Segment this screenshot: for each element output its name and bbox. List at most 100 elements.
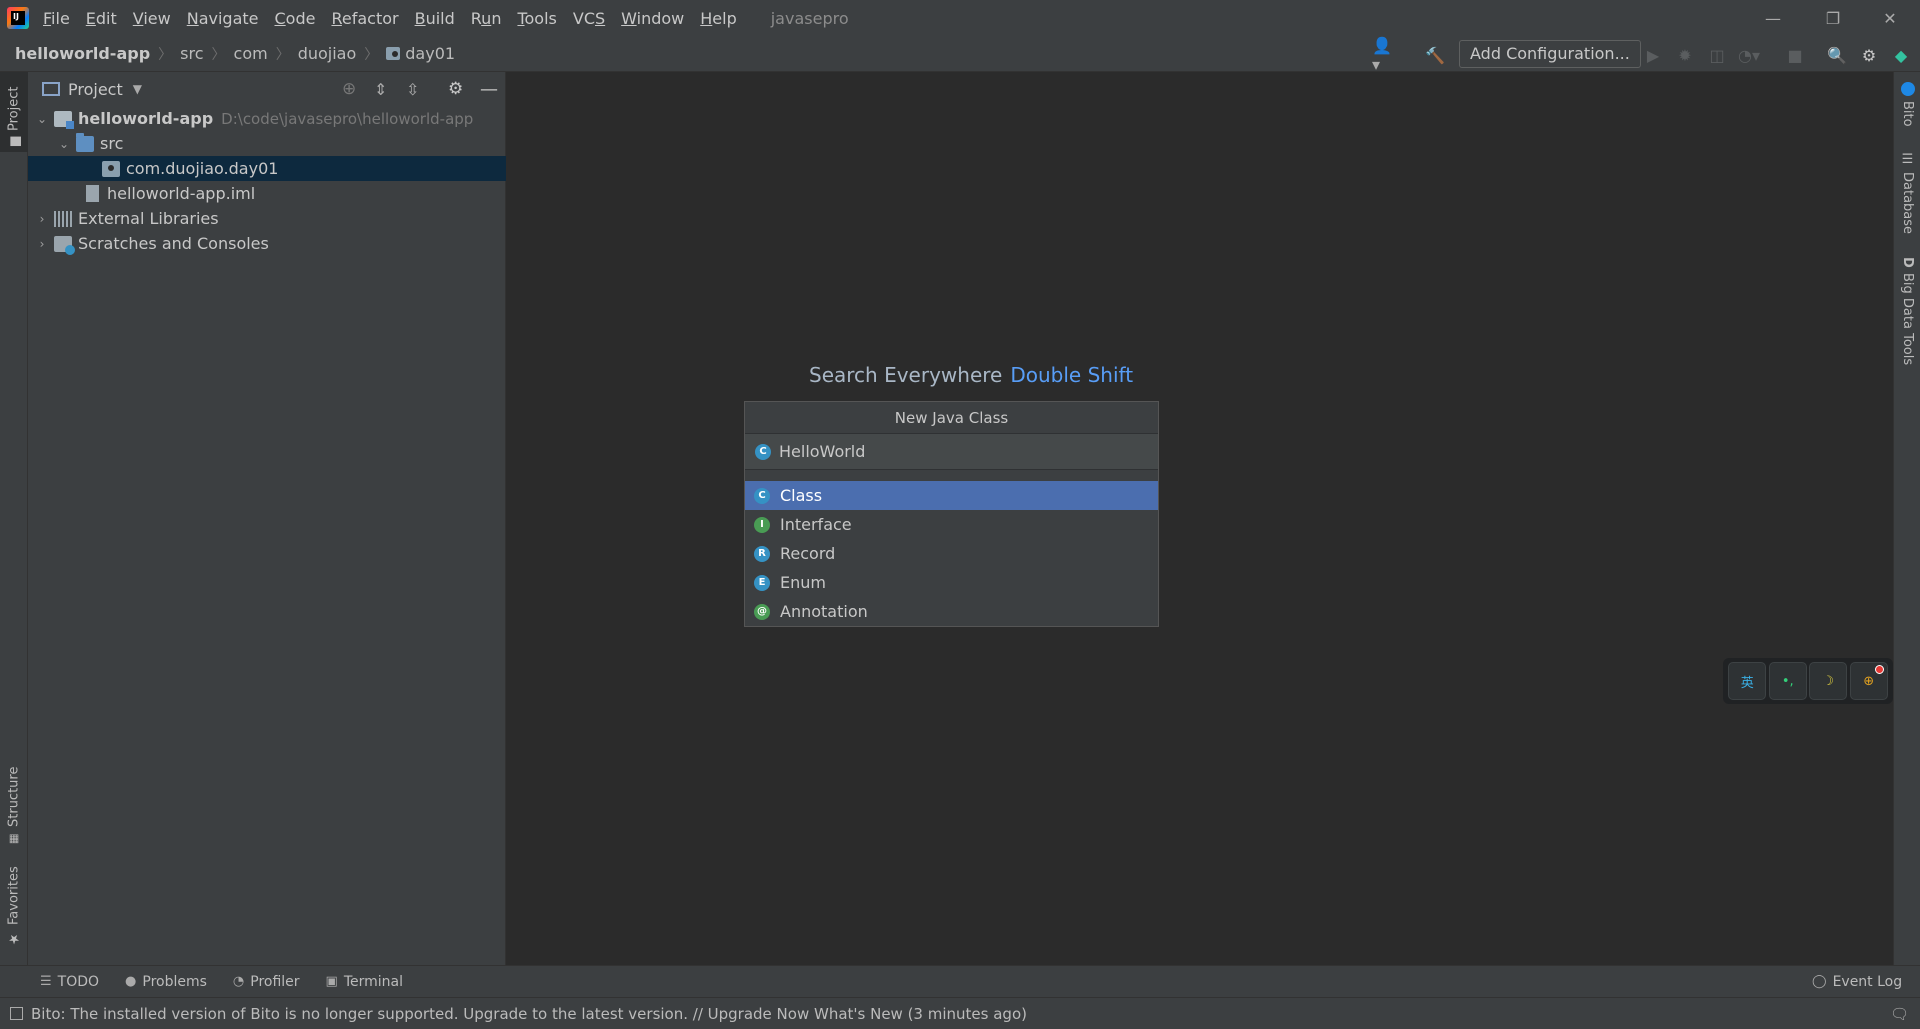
tree-item-project-root[interactable]: ⌄ helloworld-app D:\code\javasepro\hello… bbox=[28, 106, 506, 131]
menu-run[interactable]: Run bbox=[471, 9, 502, 28]
tab-big-data-tools-label: Big Data Tools bbox=[1900, 272, 1915, 365]
settings-gear-icon[interactable]: ⚙ bbox=[1858, 44, 1880, 66]
menu-code[interactable]: Code bbox=[275, 9, 316, 28]
run-icon[interactable]: ▶ bbox=[1642, 44, 1664, 66]
class-name-input[interactable] bbox=[779, 442, 1139, 461]
restore-icon[interactable]: ❐ bbox=[1805, 0, 1861, 36]
menu-edit[interactable]: Edit bbox=[86, 9, 117, 28]
menu-window[interactable]: Window bbox=[621, 9, 684, 28]
kind-item-annotation[interactable]: @ Annotation bbox=[745, 597, 1158, 626]
breadcrumb-project[interactable]: helloworld-app bbox=[15, 44, 150, 63]
tab-bito[interactable]: Bito bbox=[1894, 82, 1920, 142]
tree-item-src[interactable]: ⌄ src bbox=[28, 131, 506, 156]
tree-item-package-day01[interactable]: com.duojiao.day01 bbox=[28, 156, 506, 181]
title-bar: IJ File Edit View Navigate Code Refactor Build… bbox=[0, 0, 1920, 36]
notifications-icon[interactable]: 🗨 bbox=[1890, 1005, 1909, 1023]
menu-view[interactable]: View bbox=[133, 9, 171, 28]
breadcrumb-src[interactable]: src bbox=[180, 44, 203, 63]
user-icon[interactable]: 👤▾ bbox=[1372, 36, 1394, 74]
tab-terminal[interactable]: ▣ Terminal bbox=[326, 974, 403, 990]
tab-terminal-label: Terminal bbox=[343, 973, 404, 990]
star-icon: ★ bbox=[6, 931, 22, 946]
menu-tools[interactable]: Tools bbox=[517, 9, 556, 28]
breadcrumb-separator: 〉 bbox=[211, 46, 226, 63]
tab-event-log[interactable]: ◯ Event Log bbox=[1812, 974, 1902, 990]
tab-structure[interactable]: ▦ Structure bbox=[0, 762, 28, 852]
toggle-tool-windows-icon[interactable] bbox=[10, 1007, 23, 1020]
kind-item-record[interactable]: R Record bbox=[745, 539, 1158, 568]
event-log-icon: ◯ bbox=[1812, 974, 1827, 989]
tab-todo[interactable]: ☰ TODO bbox=[40, 974, 99, 990]
kind-item-class[interactable]: C Class bbox=[745, 481, 1158, 510]
project-panel-title[interactable]: Project bbox=[68, 80, 123, 99]
tab-todo-label: TODO bbox=[57, 973, 100, 990]
tab-big-data-tools[interactable]: D Big Data Tools bbox=[1894, 257, 1920, 377]
breadcrumb-day01[interactable]: day01 bbox=[405, 44, 455, 63]
empty-editor-hint: Search Everywhere Double Shift bbox=[809, 363, 1133, 387]
chevron-down-icon[interactable]: ⌄ bbox=[56, 137, 72, 151]
close-icon[interactable]: ✕ bbox=[1862, 0, 1918, 36]
navigation-bar: helloworld-app 〉 src 〉 com 〉 duojiao 〉 d… bbox=[0, 36, 1920, 74]
breadcrumb-duojiao[interactable]: duojiao bbox=[298, 44, 357, 63]
project-tool-window: Project ▼ ⊕ ⇕ ⇳ ⚙ — ⌄ helloworld-app D:\… bbox=[28, 72, 506, 965]
bito-icon bbox=[1900, 82, 1915, 96]
punctuation-toggle-button[interactable]: •, bbox=[1768, 662, 1807, 700]
collapse-all-icon[interactable]: ⇳ bbox=[406, 80, 419, 99]
status-message[interactable]: Bito: The installed version of Bito is n… bbox=[31, 1005, 1027, 1023]
tab-project[interactable]: ▆ Project bbox=[0, 72, 28, 152]
chevron-right-icon[interactable]: › bbox=[34, 212, 50, 226]
tab-structure-label: Structure bbox=[6, 766, 22, 827]
tree-item-iml[interactable]: helloworld-app.iml bbox=[28, 181, 506, 206]
menu-file[interactable]: File bbox=[43, 9, 70, 28]
tab-event-log-label: Event Log bbox=[1832, 973, 1903, 990]
new-java-class-popup: New Java Class C C Class I Interface R R… bbox=[744, 401, 1159, 627]
chevron-right-icon[interactable]: › bbox=[34, 237, 50, 251]
package-icon bbox=[102, 160, 120, 177]
tab-favorites[interactable]: ★ Favorites bbox=[0, 862, 28, 952]
class-kind-list: C Class I Interface R Record E Enum @ An… bbox=[745, 481, 1158, 626]
hide-panel-icon[interactable]: — bbox=[480, 79, 498, 100]
structure-icon: ▦ bbox=[7, 833, 21, 846]
minimize-icon[interactable]: — bbox=[1745, 0, 1801, 36]
tab-profiler[interactable]: ◔ Profiler bbox=[233, 974, 300, 990]
terminal-icon: ▣ bbox=[325, 974, 338, 989]
kind-item-interface[interactable]: I Interface bbox=[745, 510, 1158, 539]
menu-vcs[interactable]: VCS bbox=[573, 9, 605, 28]
class-name-field-row: C bbox=[745, 434, 1158, 470]
tab-database[interactable]: ☰ Database bbox=[1894, 152, 1920, 262]
kind-item-enum[interactable]: E Enum bbox=[745, 568, 1158, 597]
breadcrumb-separator: 〉 bbox=[275, 46, 290, 63]
panel-settings-gear-icon[interactable]: ⚙ bbox=[448, 79, 463, 99]
toolbox-button[interactable]: ⊕ bbox=[1849, 662, 1888, 700]
locate-icon[interactable]: ⊕ bbox=[342, 79, 356, 99]
width-toggle-button[interactable]: ☽ bbox=[1809, 662, 1848, 700]
breadcrumb-com[interactable]: com bbox=[234, 44, 268, 63]
add-configuration-button[interactable]: Add Configuration... bbox=[1459, 40, 1641, 68]
tab-favorites-label: Favorites bbox=[6, 866, 22, 925]
hint-action: Search Everywhere bbox=[809, 363, 1003, 387]
expand-all-icon[interactable]: ⇕ bbox=[374, 80, 387, 99]
code-with-me-icon[interactable]: ◆ bbox=[1890, 44, 1912, 66]
right-tool-strip: Bito ☰ Database D Big Data Tools bbox=[1893, 72, 1920, 965]
stop-icon[interactable]: ■ bbox=[1784, 44, 1806, 66]
kind-label: Record bbox=[780, 544, 836, 563]
chevron-down-icon[interactable]: ▼ bbox=[133, 82, 142, 96]
interface-icon: I bbox=[754, 516, 770, 533]
search-icon[interactable]: 🔍 bbox=[1826, 44, 1848, 66]
debug-icon[interactable]: ✹ bbox=[1674, 44, 1696, 66]
build-hammer-icon[interactable]: 🔨 bbox=[1424, 44, 1446, 66]
menu-refactor[interactable]: Refactor bbox=[331, 9, 398, 28]
module-folder-icon bbox=[54, 110, 74, 129]
tree-item-scratches[interactable]: › Scratches and Consoles bbox=[28, 231, 506, 256]
profile-icon[interactable]: ◔▾ bbox=[1738, 44, 1760, 66]
notification-dot-icon bbox=[1874, 665, 1884, 674]
editor-area[interactable] bbox=[507, 72, 1893, 965]
menu-help[interactable]: Help bbox=[700, 9, 736, 28]
language-toggle-button[interactable]: 英 bbox=[1728, 662, 1767, 700]
coverage-icon[interactable]: ◫ bbox=[1706, 44, 1728, 66]
chevron-down-icon[interactable]: ⌄ bbox=[34, 112, 50, 126]
tab-problems[interactable]: ● Problems bbox=[125, 974, 207, 990]
menu-navigate[interactable]: Navigate bbox=[187, 9, 259, 28]
tree-item-external-libraries[interactable]: › External Libraries bbox=[28, 206, 506, 231]
menu-build[interactable]: Build bbox=[415, 9, 455, 28]
